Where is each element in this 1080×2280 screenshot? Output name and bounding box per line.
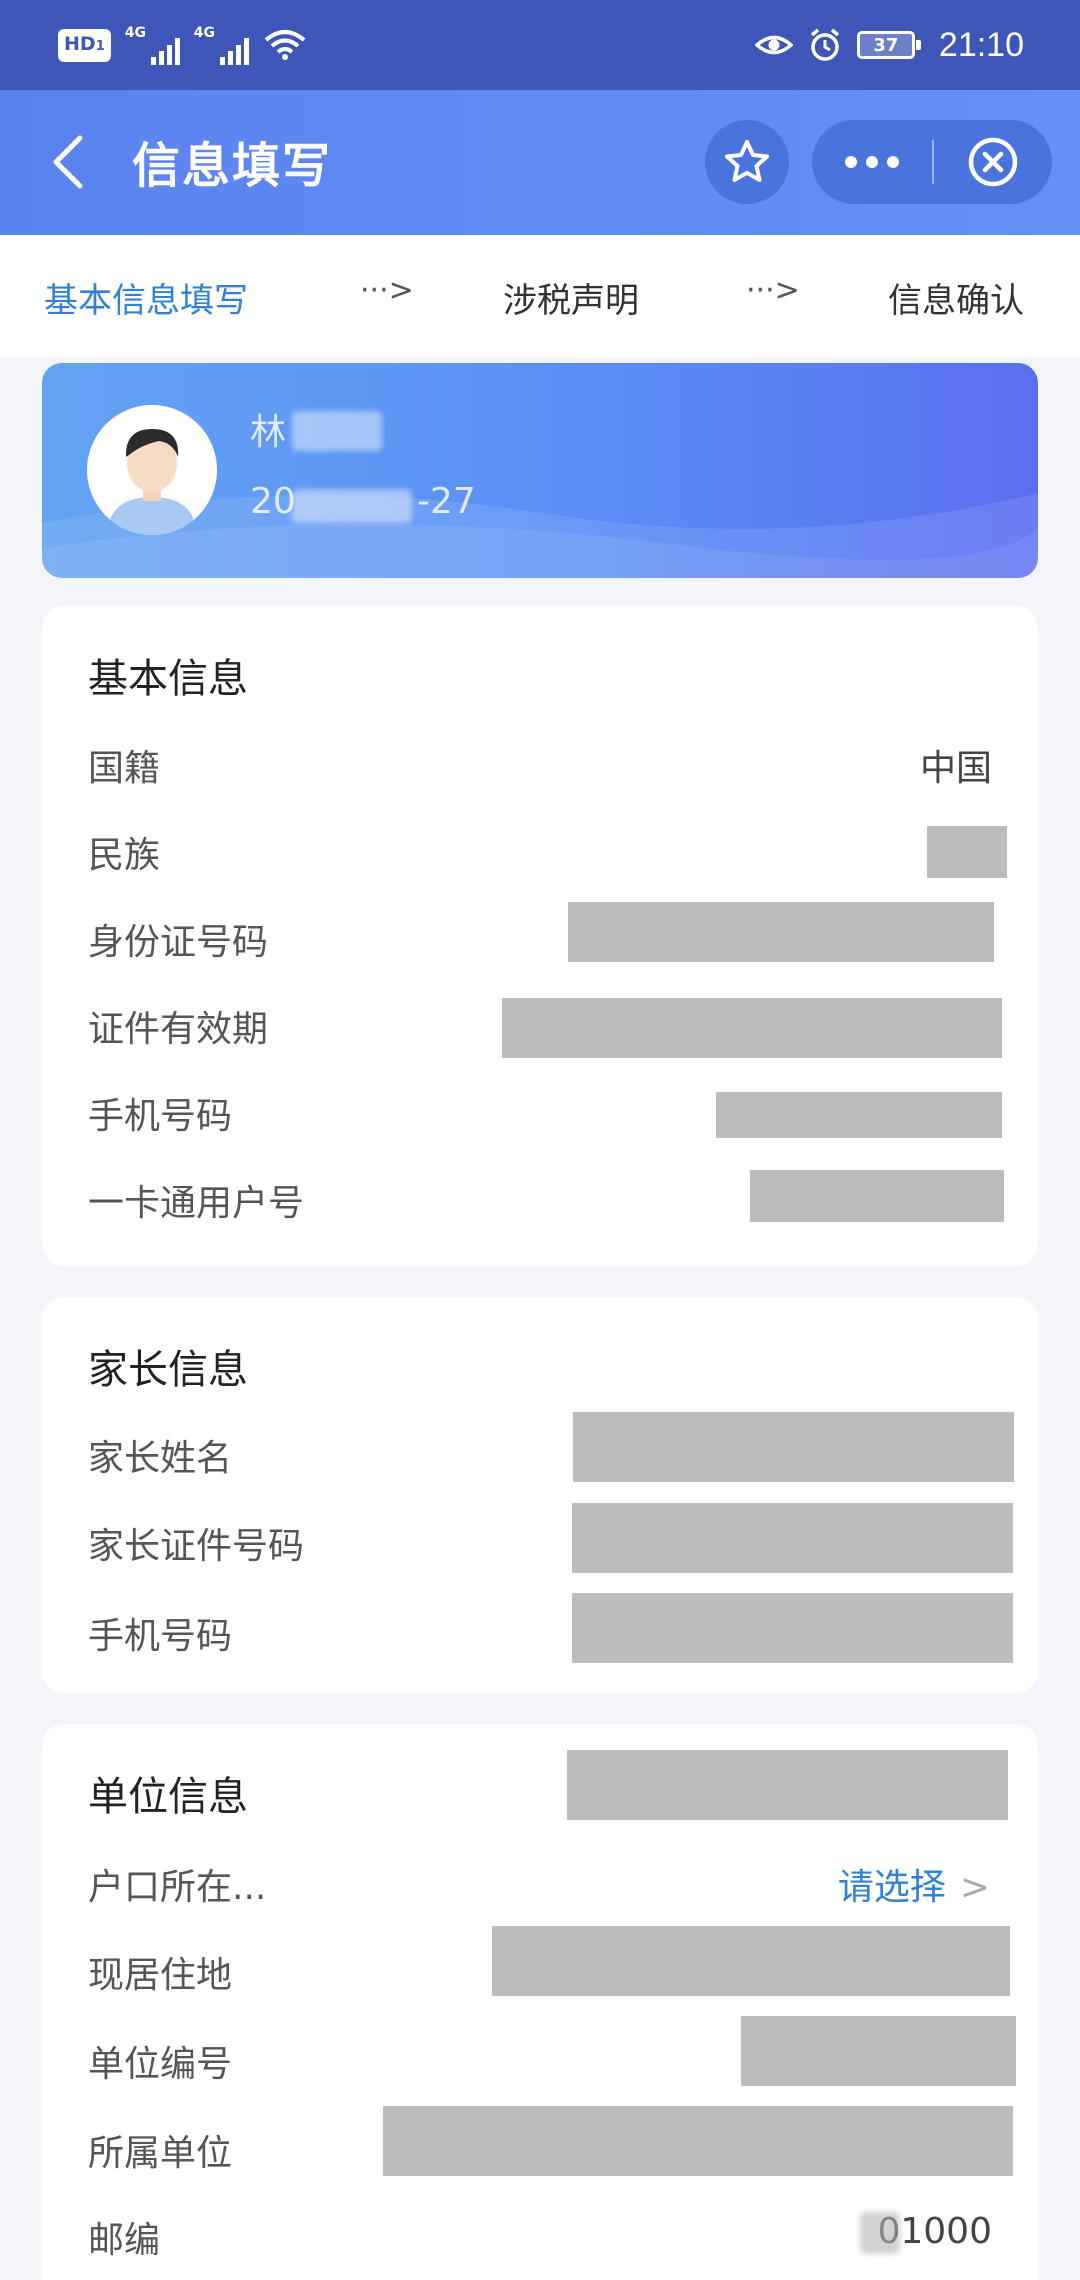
blurred-name [292, 411, 382, 451]
profile-id-suffix: -27 [417, 481, 476, 522]
parent-phone-value-redacted [572, 1593, 1013, 1663]
id-validity-value-redacted [502, 998, 1002, 1058]
card-account-label: 一卡通用户号 [88, 1183, 305, 1224]
nationality-label: 国籍 [88, 748, 161, 789]
back-button[interactable] [44, 130, 92, 194]
card-account-value-redacted [750, 1170, 1004, 1222]
parent-id-value-redacted [572, 1503, 1013, 1573]
step-confirm: 信息确认 [888, 281, 1024, 321]
affiliated-unit-label: 所属单位 [88, 2133, 233, 2174]
phone-label: 手机号码 [88, 1096, 233, 1137]
hukou-select-label: 请选择 [837, 1867, 946, 1908]
basic-info-title: 基本信息 [88, 656, 248, 702]
ethnicity-label: 民族 [88, 835, 161, 876]
step-arrow: ···> [360, 273, 414, 308]
avatar [87, 405, 217, 535]
status-time: 21:10 [938, 25, 1024, 64]
parent-info-card: 家长信息 家长姓名 家长证件号码 手机号码 [42, 1297, 1038, 1693]
profile-name: 林 [250, 412, 287, 453]
status-left: HD1 4G 4G [58, 25, 307, 65]
more-button[interactable] [812, 120, 932, 204]
battery-level: 37 [873, 34, 899, 56]
step-basic-info: 基本信息填写 [44, 281, 248, 321]
status-right: 37 21:10 [754, 25, 1024, 65]
id-number-value-redacted [568, 902, 994, 962]
hd-badge-sub: 1 [95, 38, 105, 54]
unit-number-value-redacted [741, 2016, 1016, 2086]
residence-label: 现居住地 [88, 1955, 233, 1996]
step-indicator: 基本信息填写 ···> 涉税声明 ···> 信息确认 [0, 235, 1080, 357]
profile-id-prefix: 20 [250, 481, 296, 522]
hd-badge-label: HD [64, 32, 96, 55]
signal-4g-icon-2: 4G [194, 25, 249, 65]
chevron-right-icon: > [959, 1867, 990, 1908]
unit-number-label: 单位编号 [88, 2044, 233, 2085]
parent-phone-label: 手机号码 [88, 1616, 233, 1657]
hukou-label: 户口所在... [88, 1867, 267, 1908]
signal1-label: 4G [124, 25, 146, 41]
unit-info-redacted [567, 1750, 1008, 1820]
star-icon [725, 140, 769, 182]
eye-icon [754, 35, 793, 55]
parent-info-title: 家长信息 [88, 1347, 248, 1393]
alarm-icon [810, 28, 840, 61]
residence-value-redacted [492, 1926, 1010, 1996]
postcode-blur [860, 2212, 900, 2254]
ethnicity-value-redacted [927, 826, 1007, 878]
page-title: 信息填写 [132, 138, 333, 194]
hukou-select[interactable]: 请选择 > [838, 1858, 990, 1910]
user-avatar-icon [87, 405, 217, 535]
parent-id-label: 家长证件号码 [88, 1526, 305, 1567]
parent-name-label: 家长姓名 [88, 1438, 233, 1479]
wifi-icon [264, 30, 306, 60]
more-dot-icon [866, 156, 878, 168]
battery-icon: 37 [856, 31, 921, 59]
signal-4g-icon: 4G [125, 25, 180, 65]
affiliated-unit-value-redacted [383, 2106, 1013, 2176]
mini-program-capsule [812, 120, 1052, 204]
phone-value-redacted [716, 1092, 1002, 1138]
id-validity-label: 证件有效期 [88, 1009, 269, 1050]
blurred-id [292, 489, 412, 523]
status-bar: HD1 4G 4G 37 21:10 [0, 0, 1080, 90]
unit-info-card: 单位信息 户口所在... 请选择 > 现居住地 单位编号 所属单位 邮编 0100… [42, 1724, 1038, 2280]
close-button[interactable] [934, 120, 1052, 204]
more-dot-icon [845, 156, 857, 168]
favorite-button[interactable] [705, 120, 789, 204]
more-dot-icon [887, 156, 899, 168]
chevron-left-icon [53, 135, 83, 189]
postcode-label: 邮编 [88, 2220, 161, 2261]
profile-card: 林 20 -27 [42, 363, 1038, 578]
id-number-label: 身份证号码 [88, 922, 269, 963]
basic-info-card: 基本信息 国籍 中国 民族 身份证号码 证件有效期 手机号码 一卡通用户号 [42, 606, 1038, 1266]
nationality-value: 中国 [919, 748, 992, 789]
unit-info-title: 单位信息 [88, 1774, 248, 1820]
step-tax-declaration: 涉税声明 [503, 281, 639, 321]
step-arrow: ···> [746, 273, 800, 308]
signal2-label: 4G [193, 25, 215, 41]
parent-name-value-redacted [573, 1412, 1014, 1482]
close-circle-icon [968, 137, 1018, 187]
title-bar: 信息填写 [0, 90, 1080, 235]
hd-badge: HD1 [58, 28, 111, 62]
